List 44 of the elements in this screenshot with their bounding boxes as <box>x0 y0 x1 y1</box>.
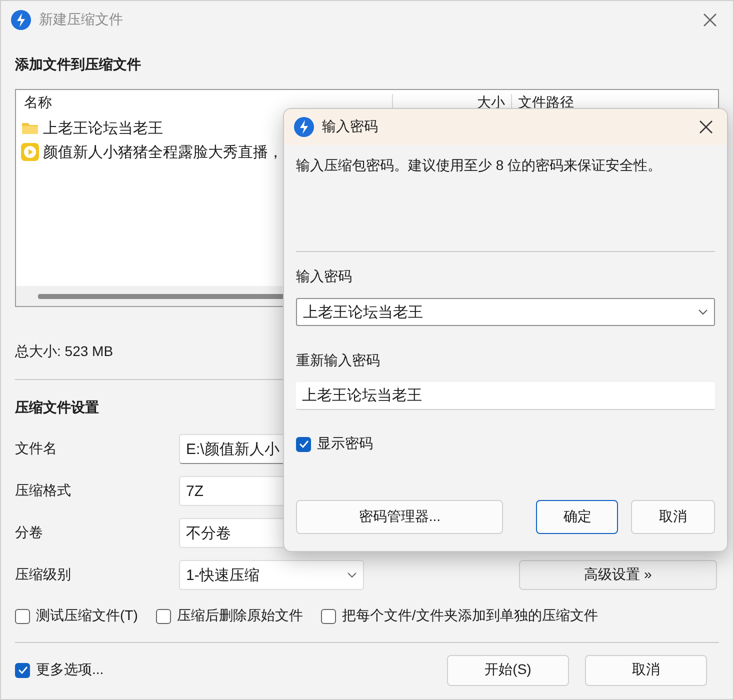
checkbox[interactable] <box>320 608 336 624</box>
description-text: 输入压缩包密码。建议使用至少 8 位的密码来保证安全性。 <box>296 157 663 175</box>
advanced-settings-button[interactable]: 高级设置 » <box>519 560 717 590</box>
file-name[interactable]: 颜值新人小猪猪全程露脸大秀直播， <box>43 142 283 162</box>
field-label: 压缩格式 <box>15 482 72 500</box>
field-label: 输入密码 <box>296 267 353 286</box>
password-manager-button[interactable]: 密码管理器... <box>296 500 504 534</box>
field-label: 压缩级别 <box>15 566 72 584</box>
section-title: 添加文件到压缩文件 <box>15 55 141 74</box>
ok-button[interactable]: 确定 <box>536 500 618 534</box>
chevron-down-icon <box>698 309 708 315</box>
field-label: 分卷 <box>15 524 44 542</box>
password-dropdown[interactable]: 上老王论坛当老王 <box>296 298 715 326</box>
dialog-title: 输入密码 <box>322 118 379 136</box>
checkbox[interactable] <box>156 608 171 624</box>
cancel-button[interactable]: 取消 <box>585 654 707 686</box>
close-icon[interactable] <box>699 120 713 134</box>
app-logo-icon <box>294 117 314 137</box>
cancel-button[interactable]: 取消 <box>631 500 716 534</box>
app-logo-icon <box>11 10 31 30</box>
total-size: 总大小: 523 MB <box>15 342 114 361</box>
checkbox[interactable] <box>15 662 30 678</box>
input-field[interactable]: 上老王论坛当老王 <box>296 382 715 410</box>
checkbox-label: 显示密码 <box>317 435 373 453</box>
checkbox-label: 更多选项... <box>36 661 104 679</box>
checkbox[interactable] <box>15 608 30 624</box>
check-icon <box>18 666 28 674</box>
checkbox-label: 测试压缩文件(T) <box>36 607 138 625</box>
dropdown[interactable]: 1-快速压缩 <box>179 560 364 590</box>
start-button[interactable]: 开始(S) <box>447 654 569 686</box>
checkbox-label: 压缩后删除原始文件 <box>176 607 303 625</box>
close-icon[interactable] <box>703 13 717 27</box>
chevron-down-icon <box>347 572 357 578</box>
play-icon <box>21 143 39 161</box>
checkbox[interactable] <box>296 436 311 452</box>
window-title: 新建压缩文件 <box>39 11 124 29</box>
column-header[interactable]: 名称 <box>16 94 392 112</box>
section-title: 压缩文件设置 <box>15 398 99 417</box>
file-name[interactable]: 上老王论坛当老王 <box>43 118 163 138</box>
checkbox-label: 把每个文件/文件夹添加到单独的压缩文件 <box>342 607 598 625</box>
folder-icon <box>21 120 39 136</box>
field-label: 文件名 <box>15 440 58 458</box>
check-icon <box>298 440 308 448</box>
field-label: 重新输入密码 <box>296 351 381 370</box>
